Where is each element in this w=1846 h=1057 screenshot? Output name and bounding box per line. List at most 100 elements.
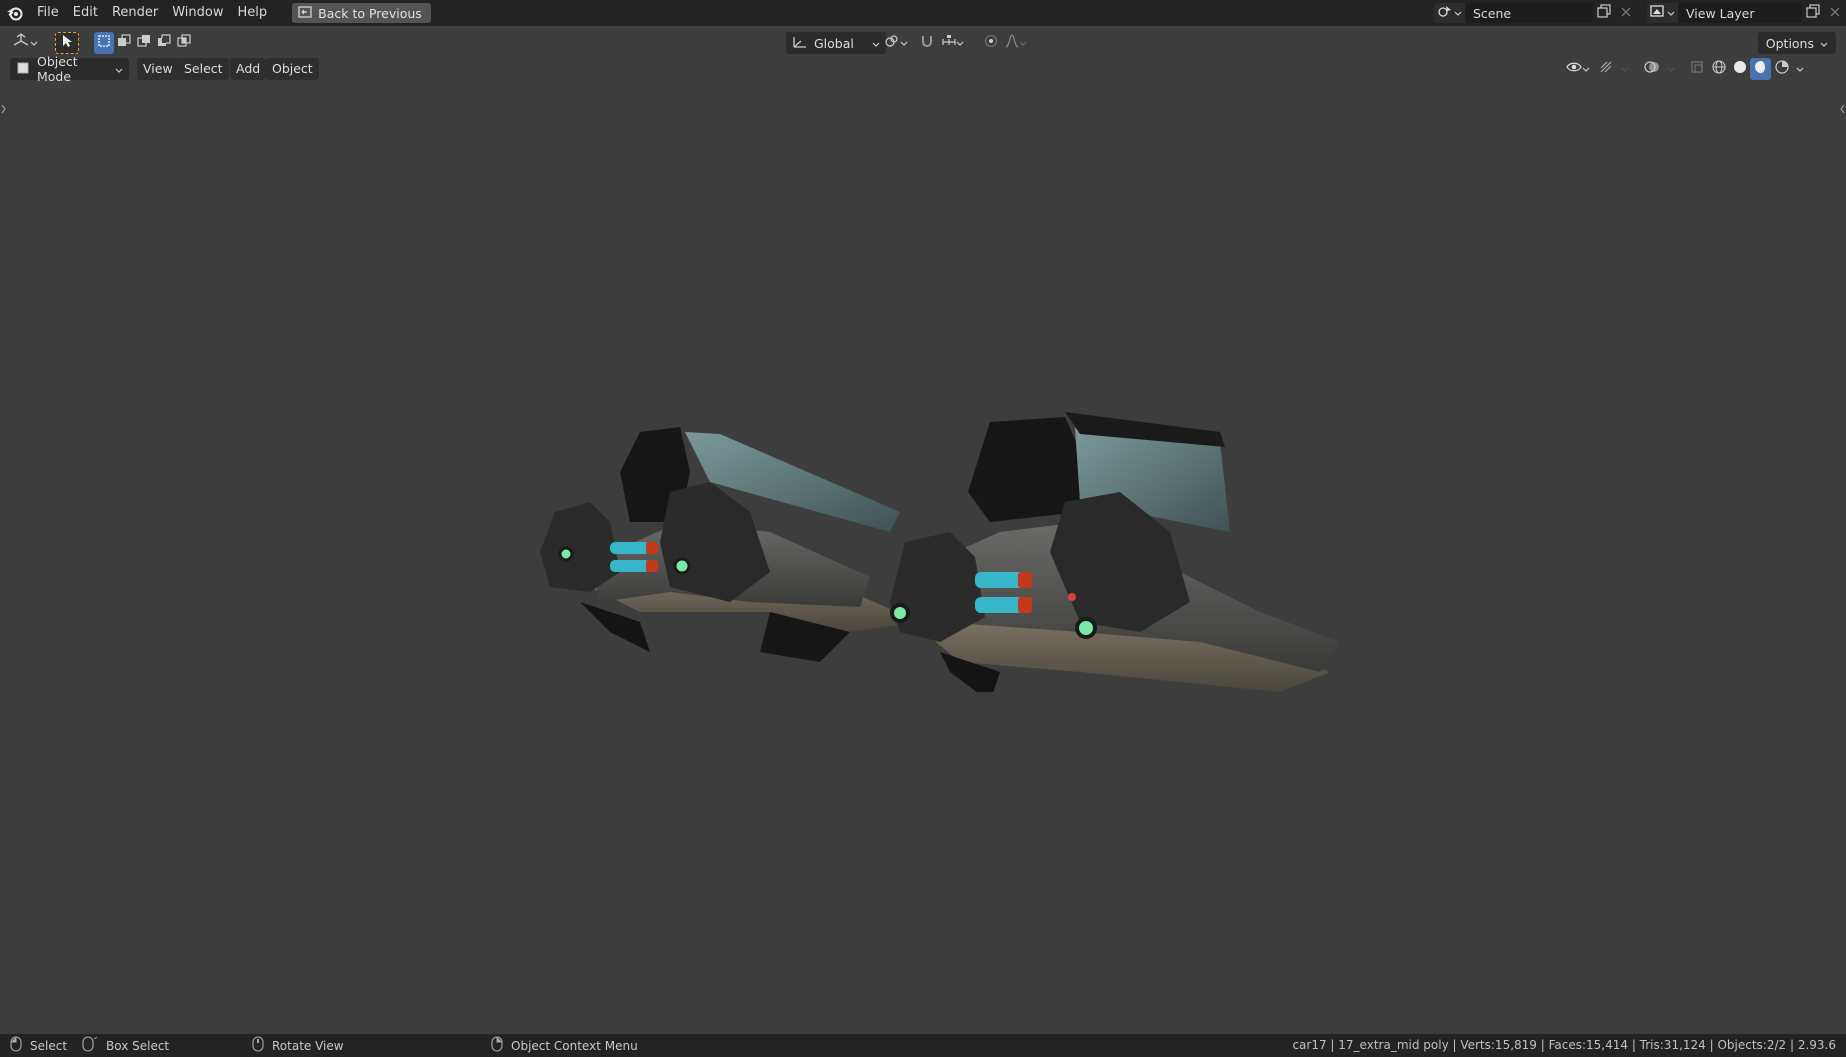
- 3d-viewport-icon: [12, 33, 30, 53]
- chevron-down-icon: [872, 36, 880, 51]
- mode-subtract-button[interactable]: [134, 32, 154, 54]
- snap-target-dropdown[interactable]: [938, 32, 968, 54]
- shading-options-dropdown[interactable]: [1792, 58, 1808, 80]
- view-layer-name-field[interactable]: View Layer: [1678, 3, 1802, 23]
- status-context-menu-hint: Object Context Menu: [491, 1034, 638, 1057]
- magnet-icon: [920, 34, 934, 52]
- eye-icon: [1566, 61, 1582, 77]
- snapping-group: [916, 32, 968, 54]
- toolbar-expand-arrow-icon[interactable]: [0, 102, 8, 116]
- pivot-icon: [884, 34, 900, 52]
- tool-settings-bar: Global Options: [0, 26, 1846, 61]
- interaction-mode-label: Object Mode: [37, 54, 78, 84]
- proportional-circle-icon: [984, 34, 998, 52]
- selectability-visibility-dropdown[interactable]: [1562, 58, 1594, 80]
- viewport-header: Object Mode View Select Add Object: [0, 54, 1846, 84]
- 3d-viewport[interactable]: [0, 82, 1846, 1032]
- menu-window[interactable]: Window: [165, 0, 230, 26]
- mouse-right-icon: [491, 1036, 503, 1055]
- options-dropdown[interactable]: Options: [1757, 32, 1836, 54]
- chevron-down-icon: [1820, 36, 1828, 51]
- view-layer-name-label: View Layer: [1686, 5, 1755, 21]
- proportional-falloff-dropdown[interactable]: [1002, 32, 1030, 54]
- xray-icon: [1690, 60, 1704, 78]
- menu-file[interactable]: File: [30, 0, 66, 26]
- solid-sphere-icon: [1733, 60, 1747, 78]
- status-rotate-view-hint: Rotate View: [252, 1034, 344, 1057]
- mode-extend-button[interactable]: [114, 32, 134, 54]
- falloff-curve-icon: [1005, 34, 1019, 52]
- chevron-down-icon: [115, 62, 123, 77]
- blender-logo-icon[interactable]: [0, 0, 30, 26]
- status-select-hint: Select: [10, 1034, 67, 1057]
- proportional-editing-toggle[interactable]: [980, 32, 1002, 54]
- chevron-down-icon: [1019, 36, 1027, 51]
- gizmo-toggle[interactable]: [1594, 58, 1618, 80]
- scene-viewlayer-selectors: Scene View Layer: [1434, 0, 1846, 26]
- new-view-layer-button[interactable]: [1802, 3, 1824, 23]
- back-icon: [298, 5, 312, 21]
- select-set-icon: [97, 34, 111, 52]
- select-subtract-icon: [137, 34, 151, 52]
- snap-toggle[interactable]: [916, 32, 938, 54]
- scene-statistics: car17 | 17_extra_mid poly | Verts:15,819…: [1292, 1038, 1836, 1052]
- select-tool-button[interactable]: [55, 32, 79, 54]
- shading-rendered-button[interactable]: [1771, 58, 1792, 80]
- back-to-previous-button[interactable]: Back to Previous: [292, 3, 431, 23]
- editor-type-button[interactable]: [8, 32, 42, 54]
- sidebar-expand-arrow-icon[interactable]: [1838, 102, 1846, 116]
- scene-name-label: Scene: [1473, 5, 1512, 21]
- mode-intersect-button[interactable]: [174, 32, 194, 54]
- chevron-down-icon: [1667, 62, 1675, 77]
- car-right: [890, 412, 1340, 692]
- car-model-render[interactable]: [520, 372, 1350, 692]
- delete-scene-button[interactable]: [1615, 3, 1637, 23]
- xray-toggle[interactable]: [1686, 58, 1708, 80]
- duplicate-icon: [1806, 4, 1820, 22]
- add-menu[interactable]: Add: [230, 58, 267, 80]
- view-layer-browse-button[interactable]: [1647, 3, 1678, 23]
- chevron-down-icon: [1454, 6, 1462, 21]
- interaction-mode-dropdown[interactable]: Object Mode: [10, 54, 129, 84]
- gizmo-dropdown[interactable]: [1618, 58, 1632, 80]
- back-to-previous-label: Back to Previous: [318, 5, 422, 21]
- car-left: [540, 427, 920, 662]
- chevron-down-icon: [900, 36, 908, 51]
- object-menu[interactable]: Object: [266, 58, 319, 80]
- shading-solid-button[interactable]: [1729, 58, 1750, 80]
- select-extend-icon: [117, 34, 131, 52]
- menu-render[interactable]: Render: [105, 0, 165, 26]
- mouse-left-icon: [10, 1036, 22, 1055]
- chevron-down-icon: [1667, 6, 1675, 21]
- pivot-point-dropdown[interactable]: [880, 32, 912, 54]
- delete-view-layer-button[interactable]: [1824, 3, 1846, 23]
- new-scene-button[interactable]: [1593, 3, 1615, 23]
- editor-type-selector[interactable]: [8, 32, 42, 54]
- shading-material-preview-button[interactable]: [1750, 58, 1771, 80]
- shading-wireframe-button[interactable]: [1708, 58, 1729, 80]
- top-menu-bar: File Edit Render Window Help Back to Pre…: [0, 0, 1846, 26]
- scene-browse-button[interactable]: [1434, 3, 1465, 23]
- transform-orientation-group: Global: [786, 32, 886, 54]
- mode-set-button[interactable]: [94, 32, 114, 54]
- orientation-icon: [792, 35, 808, 52]
- gizmo-icon: [1599, 60, 1613, 78]
- active-tool[interactable]: [55, 32, 79, 54]
- scene-name-field[interactable]: Scene: [1465, 3, 1593, 23]
- overlays-icon: [1644, 60, 1660, 78]
- select-menu[interactable]: Select: [178, 58, 229, 80]
- transform-orientation-dropdown[interactable]: Global: [786, 32, 886, 54]
- chevron-down-icon: [30, 36, 38, 51]
- mouse-middle-icon: [252, 1036, 264, 1055]
- object-mode-icon: [16, 61, 30, 78]
- view-menu[interactable]: View: [137, 58, 179, 80]
- transform-orientation-label: Global: [814, 35, 854, 51]
- menu-help[interactable]: Help: [231, 0, 275, 26]
- pivot-point-group: [880, 32, 912, 54]
- menu-edit[interactable]: Edit: [66, 0, 105, 26]
- overlays-toggle[interactable]: [1640, 58, 1664, 80]
- overlays-dropdown[interactable]: [1664, 58, 1678, 80]
- mode-difference-button[interactable]: [154, 32, 174, 54]
- status-select-label: Select: [30, 1038, 68, 1053]
- select-intersect-icon: [177, 34, 191, 52]
